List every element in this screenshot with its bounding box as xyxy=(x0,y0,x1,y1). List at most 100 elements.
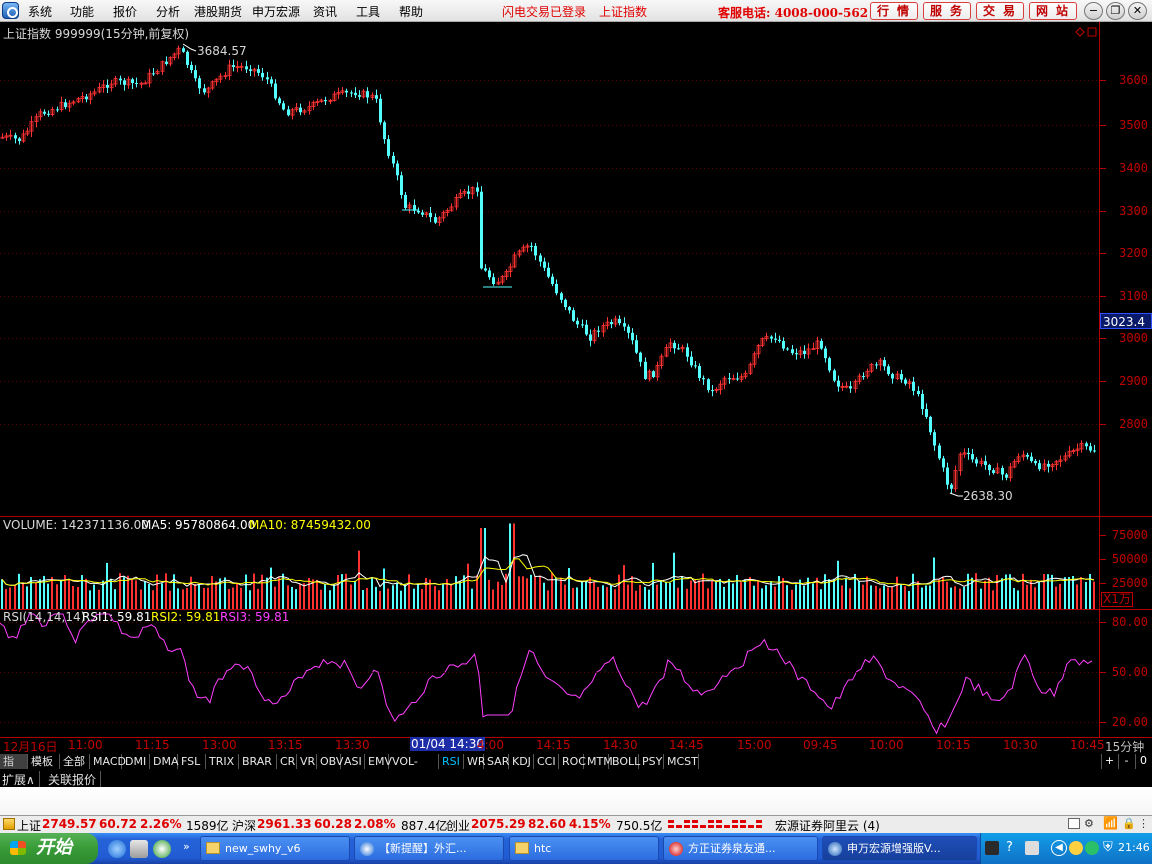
ie-icon[interactable] xyxy=(108,840,126,858)
menu-tools[interactable]: 工具 xyxy=(356,3,380,20)
candle-body xyxy=(946,467,949,485)
indicator-tab-kdj[interactable]: KDJ xyxy=(509,754,534,769)
quote-button[interactable]: 行情 xyxy=(870,2,918,20)
related-quote-tab[interactable]: 关联报价 xyxy=(48,771,102,788)
indicator-tab-dma[interactable]: DMA xyxy=(150,754,179,769)
indicator-tab-cr[interactable]: CR xyxy=(277,754,297,769)
indicator-tab-cci[interactable]: CCI xyxy=(534,754,559,769)
taskbar-item[interactable]: 【新提醒】外汇... xyxy=(354,836,504,861)
indicator-tab-dmi[interactable]: DMI xyxy=(122,754,150,769)
volume-bar xyxy=(631,576,633,609)
help-icon[interactable]: ? xyxy=(1006,840,1013,855)
quick-launch-more-icon[interactable]: » xyxy=(183,840,190,853)
volume-bar xyxy=(1026,584,1028,609)
indicator-tab-mtm[interactable]: MTM xyxy=(584,754,613,769)
volume-bar xyxy=(942,576,944,609)
browser-icon[interactable] xyxy=(153,840,171,858)
menu-news[interactable]: 资讯 xyxy=(313,3,337,20)
minimize-icon[interactable]: − xyxy=(1084,2,1103,20)
zoom-in-button[interactable]: + xyxy=(1101,754,1117,769)
volume-bar xyxy=(379,590,381,609)
indicator-tab-sar[interactable]: SAR xyxy=(484,754,509,769)
volume-bar xyxy=(875,585,877,609)
dropdown-icon[interactable]: ⋮ xyxy=(1138,817,1149,830)
chart-canvas[interactable]: 3600 3500 3400 3300 3200 3100 3000 2900 2800 750… xyxy=(0,22,1152,738)
layout-icon[interactable] xyxy=(1068,818,1080,829)
candle-body xyxy=(950,484,953,489)
candle-body xyxy=(282,103,285,110)
volume-bar xyxy=(316,579,318,609)
restore-icon[interactable]: ❐ xyxy=(1106,2,1125,20)
hs-index-name: 沪深 xyxy=(232,819,257,833)
indicator-tab-brar[interactable]: BRAR xyxy=(239,754,277,769)
indicator-tab-asi[interactable]: ASI xyxy=(341,754,365,769)
tray-monitor-icon[interactable] xyxy=(985,841,999,855)
taskbar-item[interactable]: htc xyxy=(509,836,659,861)
shield-icon[interactable]: ⛨ xyxy=(1103,840,1113,855)
tray-app-icon[interactable] xyxy=(1025,841,1039,855)
candle-body xyxy=(257,69,260,73)
volume-bar xyxy=(358,550,360,609)
taskbar-item-active[interactable]: 申万宏源增强版V... xyxy=(822,836,977,861)
indicator-tab-psy[interactable]: PSY xyxy=(639,754,664,769)
candle-body xyxy=(190,64,193,71)
app-logo-icon[interactable] xyxy=(2,2,19,19)
start-button[interactable]: 开始 xyxy=(0,833,98,864)
indicator-tab-vol-tdx[interactable]: VOL-TDX xyxy=(389,754,439,783)
indicator-tab-模板[interactable]: 模板 xyxy=(28,754,60,769)
indicator-tab-trix[interactable]: TRIX xyxy=(206,754,239,769)
warning-icon[interactable] xyxy=(3,818,15,830)
menu-function[interactable]: 功能 xyxy=(70,3,94,20)
taskbar-item[interactable]: new_swhy_v6 xyxy=(200,836,350,861)
volume-bar xyxy=(299,584,301,609)
menu-help[interactable]: 帮助 xyxy=(399,3,423,20)
desktop-icon[interactable] xyxy=(130,840,148,858)
tray-security-icon[interactable] xyxy=(1085,841,1099,855)
reset-zoom-button[interactable]: 0 xyxy=(1135,754,1151,769)
breadth-bar xyxy=(756,825,762,828)
tray-notify-icon[interactable] xyxy=(1069,841,1083,855)
indicator-tab-rsi[interactable]: RSI xyxy=(439,754,464,769)
taskbar-item[interactable]: 方正证券泉友通... xyxy=(663,836,818,861)
trade-button[interactable]: 交易 xyxy=(976,2,1024,20)
indicator-tab-obv[interactable]: OBV xyxy=(317,754,343,769)
indicator-tab-emv[interactable]: EMV xyxy=(365,754,392,769)
volume-bar xyxy=(60,580,62,609)
indicator-tab-wr[interactable]: WR xyxy=(464,754,486,769)
indicator-tab-boll[interactable]: BOLL xyxy=(609,754,640,769)
zoom-out-button[interactable]: - xyxy=(1118,754,1134,769)
website-button[interactable]: 网站 xyxy=(1029,2,1077,20)
lock-icon[interactable]: 🔒 xyxy=(1122,817,1136,830)
indicator-tab-mcst[interactable]: MCST xyxy=(664,754,699,769)
volume-bar xyxy=(5,589,7,609)
server-name[interactable]: 宏源证券阿里云 (4) xyxy=(775,817,880,834)
menu-hk-futures[interactable]: 港股期货 xyxy=(194,3,242,20)
menu-swhy[interactable]: 申万宏源 xyxy=(252,3,300,20)
indicator-tab-全部[interactable]: 全部 xyxy=(60,754,90,769)
breadth-bar xyxy=(668,825,674,828)
service-button[interactable]: 服务 xyxy=(923,2,971,20)
volume-bar xyxy=(543,582,545,609)
menu-quote[interactable]: 报价 xyxy=(113,3,137,20)
close-icon[interactable]: ✕ xyxy=(1128,2,1147,20)
indicator-tab-roc[interactable]: ROC xyxy=(559,754,586,769)
folder-icon xyxy=(206,842,220,854)
rsi3-label: RSI3: 59.81 xyxy=(220,610,290,624)
tools-icon[interactable]: ⚙ xyxy=(1084,817,1094,830)
menu-analysis[interactable]: 分析 xyxy=(156,3,180,20)
volume-bar xyxy=(186,588,188,609)
expand-tab[interactable]: 扩展∧ xyxy=(2,771,40,788)
indicator-tab-vr[interactable]: VR xyxy=(297,754,317,769)
candle-body xyxy=(875,364,878,366)
candle-body xyxy=(929,416,932,433)
indicator-tab-macd[interactable]: MACD xyxy=(90,754,126,769)
time-label: 11:00 xyxy=(68,738,103,752)
back-arrow-icon[interactable]: ◀ xyxy=(1051,840,1067,856)
volume-bar xyxy=(501,584,503,609)
signal-icon[interactable]: 📶 xyxy=(1103,816,1118,830)
candle-body xyxy=(791,349,794,354)
menu-system[interactable]: 系统 xyxy=(28,3,52,20)
indicator-tab-指标[interactable]: 指标 xyxy=(0,754,28,783)
volume-bar xyxy=(392,585,394,609)
indicator-tab-fsl[interactable]: FSL xyxy=(178,754,206,769)
